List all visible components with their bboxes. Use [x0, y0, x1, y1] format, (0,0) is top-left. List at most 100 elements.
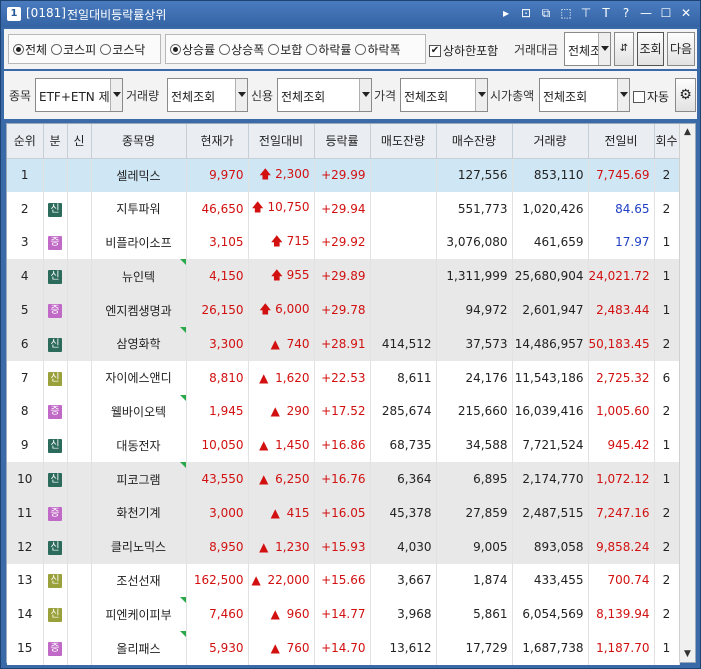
cap-select[interactable]: 전체조회: [539, 78, 630, 112]
ask-cell: [370, 191, 437, 226]
bid-cell: 1,311,999: [436, 259, 513, 294]
rate-cell: +16.05: [314, 495, 371, 530]
change-value: 290: [286, 404, 310, 419]
table-row[interactable]: 4 신 뉴인텍 4,150 🡅 955 +29.89 1,311,999 25,680,904 2…: [7, 259, 680, 294]
toolbar-market: 전체 코스피 코스닥 상승률 상승폭 보합 하락률 하락폭 ✔ 상하한포함 거래대금 전체조…: [4, 29, 697, 69]
sort-radio-label: 하락폭: [367, 42, 401, 57]
credit-badge: 신: [48, 270, 62, 285]
column-header[interactable]: 신: [67, 124, 92, 159]
auto-checkbox[interactable]: 자동: [633, 88, 669, 105]
credit-cell: [67, 563, 92, 598]
radio-dot-icon: [170, 43, 181, 55]
badge-cell: 증: [43, 631, 68, 665]
credit-cell: [67, 428, 92, 463]
market-radio-1[interactable]: 코스피: [51, 41, 96, 58]
prev-ratio-cell: 1,072.12: [588, 462, 655, 496]
count-cell: 2: [654, 326, 680, 361]
prev-ratio-cell: 700.74: [588, 563, 655, 598]
next-button[interactable]: 다음: [667, 32, 695, 66]
credit-select[interactable]: 전체조회: [277, 78, 372, 112]
restore-icon[interactable]: ⬚: [558, 5, 574, 22]
table-row[interactable]: 10 신 피코그램 43,550 ▲ 6,250 +16.76 6,364 6,895 2,174…: [7, 462, 680, 496]
credit-badge: 신: [48, 473, 62, 488]
copy-window-icon[interactable]: ⧉: [538, 5, 554, 22]
close-icon[interactable]: ✕: [678, 5, 694, 22]
table-row[interactable]: 8 증 웰바이오텍 1,945 ▲ 290 +17.52 285,674 215,660 16,0…: [7, 394, 680, 429]
table-row[interactable]: 2 신 지투파워 46,650 🡅 10,750 +29.94 551,773 1,020,42…: [7, 191, 680, 226]
table-row[interactable]: 15 증 올리패스 5,930 ▲ 760 +14.70 13,612 17,729 1,687,…: [7, 631, 680, 665]
font-icon[interactable]: T: [598, 5, 614, 22]
sort-radio-0[interactable]: 상승률: [170, 41, 215, 58]
ask-cell: 6,364: [370, 462, 437, 496]
scroll-down-icon[interactable]: ▼: [680, 646, 695, 662]
column-header[interactable]: 전일대비: [248, 124, 315, 159]
stock-name-cell: 삼영화학: [91, 326, 187, 361]
search-button[interactable]: 조회: [637, 32, 664, 66]
column-header[interactable]: 분: [43, 124, 68, 159]
price-select[interactable]: 전체조회: [400, 78, 488, 112]
bid-cell: 5,861: [436, 597, 513, 632]
rate-cell: +15.93: [314, 529, 371, 564]
rate-cell: +28.91: [314, 326, 371, 361]
chevron-down-icon: [359, 79, 371, 111]
trade-value-select[interactable]: 전체조: [564, 32, 611, 66]
table-row[interactable]: 6 신 삼영화학 3,300 ▲ 740 +28.91 414,512 37,573 14,486…: [7, 326, 680, 361]
stock-name-cell: 조선선재: [91, 563, 187, 598]
table-row[interactable]: 5 증 엔지켐생명과 26,150 🡅 6,000 +29.78 94,972 2,601,94…: [7, 293, 680, 327]
bid-cell: 27,859: [436, 495, 513, 530]
column-header[interactable]: 매도잔량: [370, 124, 437, 159]
rate-cell: +14.70: [314, 631, 371, 665]
sort-radio-2[interactable]: 보합: [268, 41, 302, 58]
credit-cell: [67, 326, 92, 361]
grid-body: 1 셀레믹스 9,970 🡅 2,300 +29.99 127,556 853,110 7,74…: [7, 158, 680, 665]
credit-badge: 신: [48, 608, 62, 623]
play-icon[interactable]: ▸: [498, 5, 514, 22]
include-limit-checkbox[interactable]: ✔ 상하한포함: [429, 42, 498, 59]
column-header[interactable]: 현재가: [186, 124, 249, 159]
table-row[interactable]: 9 신 대동전자 10,050 ▲ 1,450 +16.86 68,735 34,588 7,72…: [7, 428, 680, 463]
rate-cell: +29.99: [314, 158, 371, 192]
vertical-scrollbar[interactable]: ▲ ▼: [679, 124, 695, 662]
bid-cell: 37,573: [436, 326, 513, 361]
table-row[interactable]: 7 신 자이에스앤디 8,810 ▲ 1,620 +22.53 8,611 24,176 11,5…: [7, 360, 680, 395]
item-select-value: ETF+ETN 제외: [39, 90, 121, 104]
table-row[interactable]: 1 셀레믹스 9,970 🡅 2,300 +29.99 127,556 853,110 7,74…: [7, 158, 680, 192]
help-icon[interactable]: ?: [618, 5, 634, 22]
sort-radio-4[interactable]: 하락폭: [355, 41, 401, 58]
column-header[interactable]: 거래량: [512, 124, 589, 159]
item-select[interactable]: ETF+ETN 제외: [35, 78, 123, 112]
maximize-icon[interactable]: ☐: [658, 5, 674, 22]
column-header[interactable]: 종목명: [91, 124, 187, 159]
minimize-icon[interactable]: —: [638, 5, 654, 22]
change-cell: ▲ 1,450: [248, 428, 315, 463]
scroll-up-icon[interactable]: ▲: [680, 124, 695, 140]
table-row[interactable]: 3 증 비플라이소프 3,105 🡅 715 +29.92 3,076,080 461,659 1…: [7, 225, 680, 260]
column-header[interactable]: 순위: [7, 124, 44, 159]
sort-radio-1[interactable]: 상승폭: [219, 41, 264, 58]
pin-icon[interactable]: ⊤: [578, 5, 594, 22]
change-value: 1,620: [275, 370, 310, 385]
market-radio-0[interactable]: 전체: [13, 41, 47, 58]
limit-up-arrow-icon: 🡅: [270, 233, 283, 248]
settings-button[interactable]: ⚙: [675, 78, 696, 112]
sort-radio-3[interactable]: 하락률: [306, 41, 351, 58]
column-header[interactable]: 전일비: [588, 124, 655, 159]
price-cell: 3,300: [186, 326, 249, 361]
table-row[interactable]: 14 신 피엔케이피부 7,460 ▲ 960 +14.77 3,968 5,861 6,054,…: [7, 597, 680, 632]
price-cell: 4,150: [186, 259, 249, 294]
dock-icon[interactable]: ⊡: [518, 5, 534, 22]
column-header[interactable]: 매수잔량: [436, 124, 513, 159]
sort-toggle-button[interactable]: ⇵: [614, 32, 634, 66]
rank-cell: 6: [7, 326, 44, 361]
credit-badge: 증: [48, 506, 62, 521]
count-cell: 1: [654, 225, 680, 260]
volume-select[interactable]: 전체조회: [167, 78, 248, 112]
table-row[interactable]: 12 신 클리노믹스 8,950 ▲ 1,230 +15.93 4,030 9,005 893,0…: [7, 529, 680, 564]
column-header[interactable]: 회수: [654, 124, 680, 159]
column-header[interactable]: 등락률: [314, 124, 371, 159]
price-cell: 8,810: [186, 360, 249, 395]
market-radio-2[interactable]: 코스닥: [100, 41, 145, 58]
rate-cell: +16.76: [314, 462, 371, 496]
table-row[interactable]: 11 증 화천기계 3,000 ▲ 415 +16.05 45,378 27,859 2,487,…: [7, 495, 680, 530]
table-row[interactable]: 13 신 조선선재 162,500 ▲ 22,000 +15.66 3,667 1,874 433…: [7, 563, 680, 598]
